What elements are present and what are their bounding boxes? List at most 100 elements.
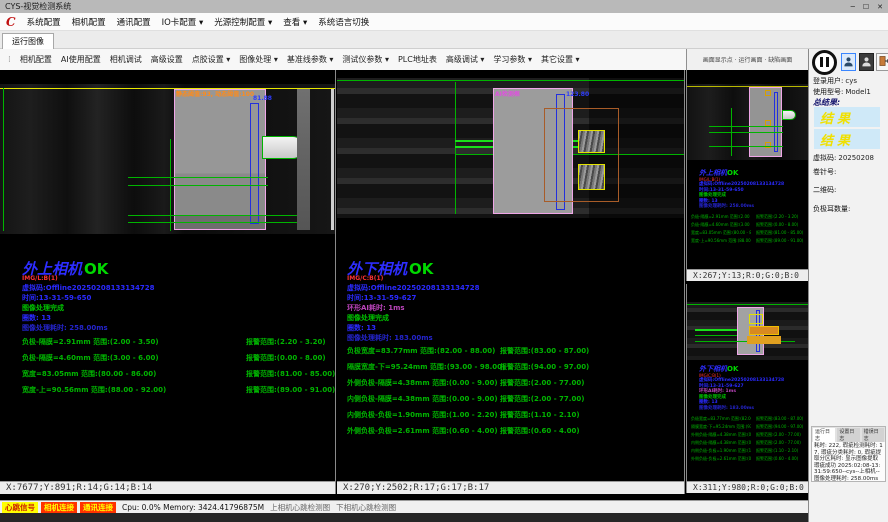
- exit-door-icon: [878, 55, 888, 69]
- log-tab[interactable]: 设置日志: [837, 428, 859, 442]
- qr-code-label: 二维码:: [813, 185, 836, 195]
- ai-roi-label: AI检测框: [495, 89, 520, 98]
- toolbar-item[interactable]: 图像处理 ▾: [239, 54, 278, 65]
- minimize-button[interactable]: ─: [851, 3, 855, 11]
- measurement-value: 隔膜宽度-下=95.24mm 范围:(93.00 - 98.00): [347, 362, 505, 372]
- preview-image-lower[interactable]: [687, 302, 808, 360]
- camera-image-upper[interactable]: 静态阈值:93, 动态阈值:100 81.88: [0, 84, 335, 234]
- toolbar-item[interactable]: AI使用配置: [61, 54, 101, 65]
- menu-item[interactable]: 相机配置: [72, 16, 106, 28]
- alarm-range: 报警范围:(2.00 - 77.00): [756, 432, 801, 440]
- info-line: 虚拟码:Offline20250208133134728: [699, 378, 784, 384]
- window-bottom-strip: [0, 513, 808, 522]
- toolbar-item[interactable]: 相机调试: [110, 54, 142, 65]
- measurement-value: 外侧负极-隔膜=4.38mm 范围:(0.00 - 9.00): [691, 432, 751, 440]
- pixel-coordinate-bar: X:311;Y:980;R:0;G:0;B:0: [687, 481, 808, 493]
- info-line: 圈数: 13: [22, 313, 155, 323]
- result-box-1: 结果: [814, 107, 880, 127]
- edge-sliver: [331, 89, 334, 230]
- login-user-button[interactable]: [841, 53, 856, 71]
- toolbar-item[interactable]: 测试仪参数 ▾: [342, 54, 389, 65]
- alarm-range: 报警范围:(94.00 - 97.00): [756, 424, 803, 432]
- measurement-row: 隔膜宽度-下=95.24mm 范围:(93.00 - 98.00) 报警范围:(…: [691, 424, 807, 432]
- exit-button[interactable]: [876, 53, 888, 71]
- alarm-range: 报警范围:(0.60 - 4.00): [756, 456, 798, 464]
- menu-item[interactable]: 通讯配置: [117, 16, 151, 28]
- measure-line-green: [128, 222, 306, 223]
- toolbar-item[interactable]: 其它设置 ▾: [541, 54, 580, 65]
- alarm-range: 报警范围:(1.10 - 2.10): [756, 448, 798, 456]
- tab-detect-box-yellow: [749, 314, 763, 324]
- log-tab[interactable]: 运行日志: [813, 428, 835, 442]
- measurement-row: 外侧负极-负极=2.61mm 范围:(0.60 - 4.00) 报警范围:(0.…: [691, 456, 807, 464]
- info-line: 图像处理耗时: 258.00ms: [699, 204, 784, 210]
- toolbar-item[interactable]: 高级调试 ▾: [446, 54, 485, 65]
- alarm-range: 报警范围:(2.00 - 77.00): [500, 394, 584, 404]
- pause-button[interactable]: [812, 50, 837, 75]
- lower-camera-heartbeat-label: 下相机心跳检测图: [336, 502, 396, 513]
- result-ok-badge: OK: [84, 260, 108, 278]
- result-ok-badge: OK: [727, 169, 738, 177]
- ng-status-line: IMG/C:B(1): [347, 275, 383, 282]
- alarm-range: 报警范围:(94.00 - 97.00): [500, 362, 589, 372]
- pixel-coordinate-bar: X:267;Y:13;R:0;G:0;B:0: [687, 269, 808, 281]
- info-line: 虚拟码:Offline20250208133134728: [347, 283, 480, 293]
- tab-strip: 运行图像: [0, 31, 888, 49]
- toolbar-item[interactable]: 基准线参数 ▾: [287, 54, 334, 65]
- measure-line-green: [128, 185, 268, 186]
- measurement-row: 外侧负极-隔膜=4.38mm 范围:(0.00 - 9.00) 报警范围:(2.…: [337, 378, 684, 394]
- pixel-coordinate-bar: X:7677;Y:891;R:14;G:14;B:14: [0, 481, 335, 494]
- measurement-value: 负极-隔膜=4.60mm 范围:(3.00 - 6.00): [691, 222, 751, 230]
- info-line: 图像处理耗时: 258.00ms: [22, 323, 155, 333]
- measurement-value: 内侧负极-负极=1.90mm 范围:(1.00 - 2.20): [347, 410, 498, 420]
- needle-number-label: 卷针号:: [813, 167, 836, 177]
- measurement-value: 内侧负极-隔膜=4.38mm 范围:(0.00 - 9.00): [691, 440, 751, 448]
- status-bar: 心跳信号相机连接通讯连接 Cpu: 0.0% Memory: 3424.4179…: [0, 500, 808, 513]
- preview-image-upper[interactable]: [687, 84, 808, 160]
- toolbar-item[interactable]: 相机配置: [20, 54, 52, 65]
- menu-item[interactable]: 查看 ▾: [283, 16, 307, 28]
- measure-value-blue: 123.80: [566, 91, 589, 98]
- alarm-range: 报警范围:(0.00 - 8.00): [756, 222, 798, 230]
- tab-count-label: 负极耳数量:: [813, 204, 850, 214]
- measurement-value: 外侧负极-隔膜=4.38mm 范围:(0.00 - 9.00): [347, 378, 498, 388]
- tab-run-image[interactable]: 运行图像: [2, 33, 54, 49]
- measure-line-green: [695, 335, 737, 336]
- preview-header: 画面显示点 · 运行画面 · 缺陷画面: [686, 49, 808, 70]
- measurement-row: 隔膜宽度-下=95.24mm 范围:(93.00 - 98.00) 报警范围:(…: [337, 362, 684, 378]
- alarm-range: 报警范围:(83.00 - 87.00): [756, 416, 803, 424]
- operator-button[interactable]: [859, 53, 874, 71]
- model-value[interactable]: Model1: [845, 88, 870, 96]
- measurement-value: 内侧负极-隔膜=4.38mm 范围:(0.00 - 9.00): [347, 394, 498, 404]
- alarm-range: 报警范围:(2.20 - 3.20): [756, 214, 798, 222]
- toolbar-item[interactable]: 学习参数 ▾: [493, 54, 532, 65]
- status-badge: 相机连接: [41, 502, 77, 513]
- toolbar-item[interactable]: 高级设置: [151, 54, 183, 65]
- info-line: 虚拟码:Offline20250208133134728: [699, 182, 784, 188]
- camera-panel-upper: 静态阈值:93, 动态阈值:100 81.88 外上相机OK IMG/L:B(1…: [0, 70, 336, 494]
- toolbar-item[interactable]: PLC地址表: [398, 54, 437, 65]
- measure-box-blue: [250, 103, 259, 224]
- info-line: 图像处理耗时: 183.00ms: [699, 406, 784, 412]
- log-box: 运行日志设置日志错误日志 耗时: 222, 瑕疵检测耗时: 17, 瑕疵分类耗时…: [811, 426, 886, 482]
- menu-item[interactable]: 系统语言切换: [318, 16, 369, 28]
- menu-item[interactable]: 系统配置: [27, 16, 61, 28]
- tab-detect-box-yellow: [578, 130, 605, 153]
- maximize-button[interactable]: ☐: [863, 3, 869, 11]
- menu-item[interactable]: 光源控制配置 ▾: [214, 16, 272, 28]
- camera-image-lower[interactable]: AI检测框 123.80: [337, 78, 684, 218]
- measurement-row: 内侧负极-负极=1.90mm 范围:(1.00 - 2.20) 报警范围:(1.…: [691, 448, 807, 456]
- measurement-value: 外侧负极-负极=2.61mm 范围:(0.60 - 4.00): [347, 426, 498, 436]
- result-box-2: 结果: [814, 129, 880, 149]
- measure-box-blue: [774, 92, 778, 152]
- measurement-value: 负极-隔膜=2.91mm 范围:(2.00 - 3.50): [22, 337, 159, 347]
- measurement-row: 外侧负极-隔膜=4.38mm 范围:(0.00 - 9.00) 报警范围:(2.…: [691, 432, 807, 440]
- close-button[interactable]: ✕: [877, 3, 883, 11]
- alarm-range: 报警范围:(81.00 - 85.00): [756, 230, 803, 238]
- preview-panel-lower: 外下相机OK IMG/C:B(1) 虚拟码:Offline20250208133…: [686, 284, 808, 493]
- log-tab[interactable]: 错误日志: [862, 428, 884, 442]
- result-ok-badge: OK: [727, 365, 738, 373]
- cpu-memory-readout: Cpu: 0.0% Memory: 3424.41796875M: [122, 503, 264, 512]
- menu-item[interactable]: IO卡配置 ▾: [162, 16, 204, 28]
- toolbar-item[interactable]: 点胶设置 ▾: [192, 54, 231, 65]
